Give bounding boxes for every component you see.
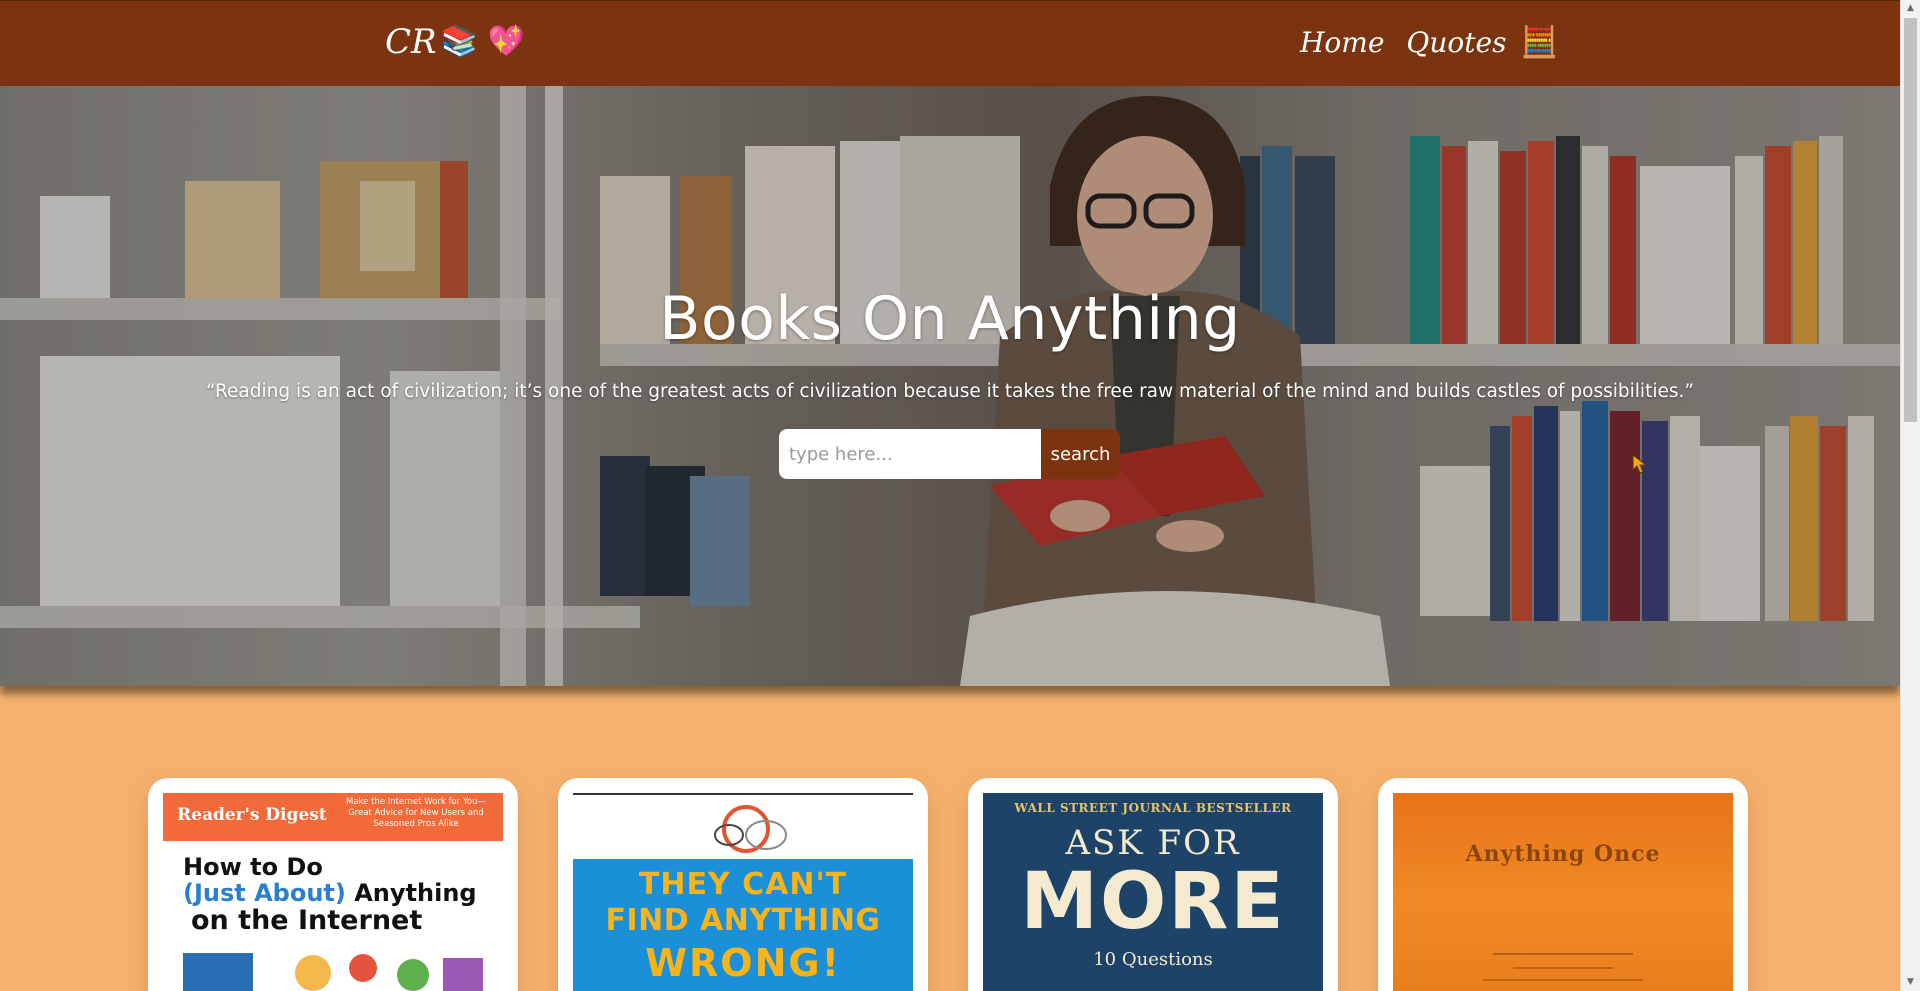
book-card[interactable]: Anything Once [1378, 778, 1748, 991]
book-cover: Reader's Digest Make the Internet Work f… [163, 793, 503, 991]
scrollbar-thumb[interactable] [1904, 18, 1917, 422]
abacus-emoji-icon: 🧮 [1520, 25, 1558, 60]
cover-title: Anything Once [1465, 841, 1661, 867]
hero-title: Books On Anything [659, 284, 1241, 354]
brand-text: CR [385, 22, 437, 62]
book-cover: WALL STREET JOURNAL BESTSELLER ASK FOR M… [983, 793, 1323, 991]
page: CR 📚 💖 Home Quotes 🧮 Books On Anything “… [0, 0, 1900, 991]
cover-title-highlight: (Just About) [183, 879, 346, 907]
cover-tagline: Make the Internet Work for You—Great Adv… [346, 797, 486, 829]
cover-title-line: THEY CAN'T [638, 867, 848, 902]
cover-rule [1493, 953, 1633, 955]
scroll-down-arrow-icon[interactable]: ▼ [1901, 974, 1920, 991]
vertical-scrollbar[interactable]: ▲ ▼ [1900, 0, 1920, 991]
brand-logo[interactable]: CR 📚 💖 [385, 19, 525, 65]
search-button[interactable]: search [1041, 429, 1120, 479]
cover-rule [1483, 979, 1643, 981]
book-cover: THEY CAN'T FIND ANYTHING WRONG! [573, 793, 913, 991]
cover-title-line: MORE [1020, 857, 1286, 947]
cover-title-line: How to Do [183, 853, 323, 881]
cover-title-line: FIND ANYTHING [605, 903, 881, 938]
cover-title-line: (Just About) Anything [183, 879, 477, 907]
nav-link-home[interactable]: Home [1300, 23, 1384, 63]
cover-title-rest: Anything [345, 879, 477, 907]
book-cover: Anything Once [1393, 793, 1733, 991]
book-card[interactable]: THEY CAN'T FIND ANYTHING WRONG! [558, 778, 928, 991]
nav-link-quotes[interactable]: Quotes [1406, 23, 1506, 63]
books-heart-emoji-icon: 📚 💖 [440, 24, 525, 59]
cover-title-line: WRONG! [645, 941, 841, 985]
cover-artwork [183, 953, 483, 991]
book-card[interactable]: Reader's Digest Make the Internet Work f… [148, 778, 518, 991]
cover-title-line: on the Internet [191, 905, 423, 936]
cover-subtitle: WALL STREET JOURNAL BESTSELLER [1014, 801, 1292, 815]
book-card-grid: Reader's Digest Make the Internet Work f… [0, 686, 1900, 991]
mouse-cursor-icon [1632, 454, 1648, 474]
top-navbar: CR 📚 💖 Home Quotes 🧮 [0, 0, 1900, 87]
search-bar: search [779, 429, 1120, 479]
hero-quote: “Reading is an act of civilization; it’s… [206, 381, 1694, 402]
cover-logo [714, 805, 787, 853]
cover-rule [1513, 967, 1613, 969]
nav-links: Home Quotes 🧮 [1300, 23, 1558, 63]
search-input[interactable] [779, 429, 1041, 479]
cover-brand: Reader's Digest [177, 805, 327, 825]
hero-banner: Books On Anything “Reading is an act of … [0, 86, 1900, 686]
book-card[interactable]: WALL STREET JOURNAL BESTSELLER ASK FOR M… [968, 778, 1338, 991]
cover-title-line: 10 Questions [1093, 949, 1213, 970]
scroll-up-arrow-icon[interactable]: ▲ [1901, 0, 1920, 17]
